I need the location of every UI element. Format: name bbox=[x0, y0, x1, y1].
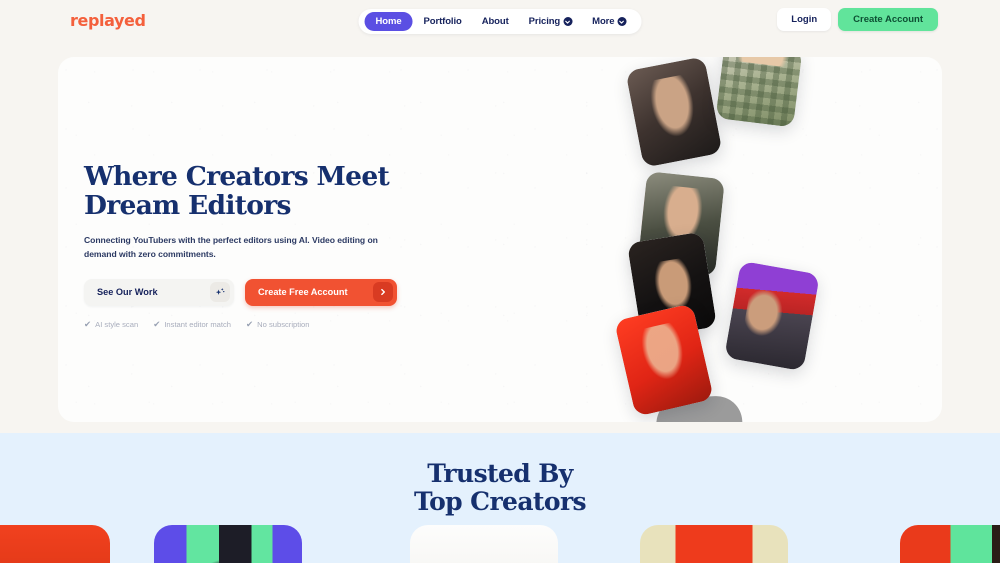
creator-thumb-1[interactable] bbox=[0, 525, 110, 563]
creator-photo bbox=[640, 525, 788, 563]
nav-item-home-label: Home bbox=[375, 16, 402, 27]
nav-item-about[interactable]: About bbox=[473, 13, 518, 30]
sparkles-icon bbox=[210, 282, 230, 303]
login-button[interactable]: Login bbox=[777, 8, 832, 31]
feature-no-subscription: ✔ No subscription bbox=[246, 320, 309, 329]
page-title: Where Creators Meet Dream Editors bbox=[84, 162, 414, 221]
nav-item-portfolio-label: Portfolio bbox=[423, 16, 462, 27]
check-icon: ✔ bbox=[84, 318, 92, 329]
feature-ai-style-scan: ✔ AI style scan bbox=[84, 320, 138, 329]
trusted-title-line-2: Top Creators bbox=[413, 487, 587, 516]
creator-photo bbox=[715, 57, 803, 128]
creator-thumb-5[interactable] bbox=[900, 525, 1000, 563]
nav-item-home[interactable]: Home bbox=[364, 12, 413, 31]
creator-photo bbox=[0, 525, 110, 563]
create-free-account-label: Create Free Account bbox=[258, 287, 348, 298]
brand-logo[interactable]: replayed bbox=[70, 11, 146, 30]
creator-card-headset[interactable] bbox=[724, 260, 820, 372]
creator-thumbnail-row bbox=[0, 525, 1000, 563]
creator-photo bbox=[410, 525, 558, 563]
feature-no-subscription-label: No subscription bbox=[257, 319, 310, 329]
feature-instant-editor-match-label: Instant editor match bbox=[164, 319, 232, 329]
creator-thumb-2[interactable] bbox=[154, 525, 302, 563]
nav-item-more-label: More bbox=[592, 16, 615, 27]
creator-photo bbox=[625, 57, 723, 168]
trusted-by-section: Trusted By Top Creators bbox=[0, 433, 1000, 563]
chevron-right-icon bbox=[373, 282, 393, 303]
creator-photo bbox=[154, 525, 302, 563]
nav-item-more[interactable]: More bbox=[583, 13, 635, 30]
chevron-down-icon bbox=[563, 17, 573, 26]
chevron-down-icon bbox=[617, 17, 627, 26]
check-icon: ✔ bbox=[153, 318, 161, 329]
hero-title-line-1: Where Creators Meet bbox=[84, 161, 390, 192]
hero-cta-group: See Our Work Create Free Account bbox=[84, 278, 414, 306]
create-free-account-button[interactable]: Create Free Account bbox=[245, 278, 397, 306]
landing-page: replayed Home Portfolio About Pricing Mo… bbox=[0, 0, 1000, 563]
header-actions: Login Create Account bbox=[777, 8, 938, 31]
hero-section: Where Creators Meet Dream Editors Connec… bbox=[58, 57, 942, 422]
trusted-by-title: Trusted By Top Creators bbox=[0, 460, 1000, 516]
nav-item-about-label: About bbox=[481, 16, 509, 27]
see-our-work-button[interactable]: See Our Work bbox=[84, 278, 234, 306]
creator-photo bbox=[900, 525, 1000, 563]
creator-photo bbox=[724, 260, 820, 372]
nav-item-portfolio[interactable]: Portfolio bbox=[415, 13, 471, 30]
trusted-title-line-1: Trusted By bbox=[427, 459, 573, 488]
check-icon: ✔ bbox=[246, 318, 254, 329]
hero-title-line-2: Dream Editors bbox=[84, 190, 291, 222]
hero-copy: Where Creators Meet Dream Editors Connec… bbox=[84, 162, 414, 329]
main-navigation: Home Portfolio About Pricing More bbox=[358, 9, 642, 34]
hero-subtitle: Connecting YouTubers with the perfect ed… bbox=[84, 234, 378, 259]
creator-card-plaid[interactable] bbox=[715, 57, 803, 128]
nav-item-pricing[interactable]: Pricing bbox=[520, 13, 582, 30]
feature-instant-editor-match: ✔ Instant editor match bbox=[153, 320, 231, 329]
feature-ai-style-scan-label: AI style scan bbox=[95, 319, 139, 329]
create-account-button[interactable]: Create Account bbox=[838, 8, 938, 31]
creator-thumb-3[interactable] bbox=[410, 525, 558, 563]
nav-item-pricing-label: Pricing bbox=[528, 16, 561, 27]
site-header: replayed Home Portfolio About Pricing Mo… bbox=[0, 0, 1000, 42]
creator-card-bearded[interactable] bbox=[625, 57, 723, 168]
hero-feature-list: ✔ AI style scan ✔ Instant editor match ✔… bbox=[84, 320, 414, 329]
see-our-work-label: See Our Work bbox=[97, 287, 158, 298]
creator-thumb-4[interactable] bbox=[640, 525, 788, 563]
creator-photo-collage bbox=[612, 57, 942, 422]
